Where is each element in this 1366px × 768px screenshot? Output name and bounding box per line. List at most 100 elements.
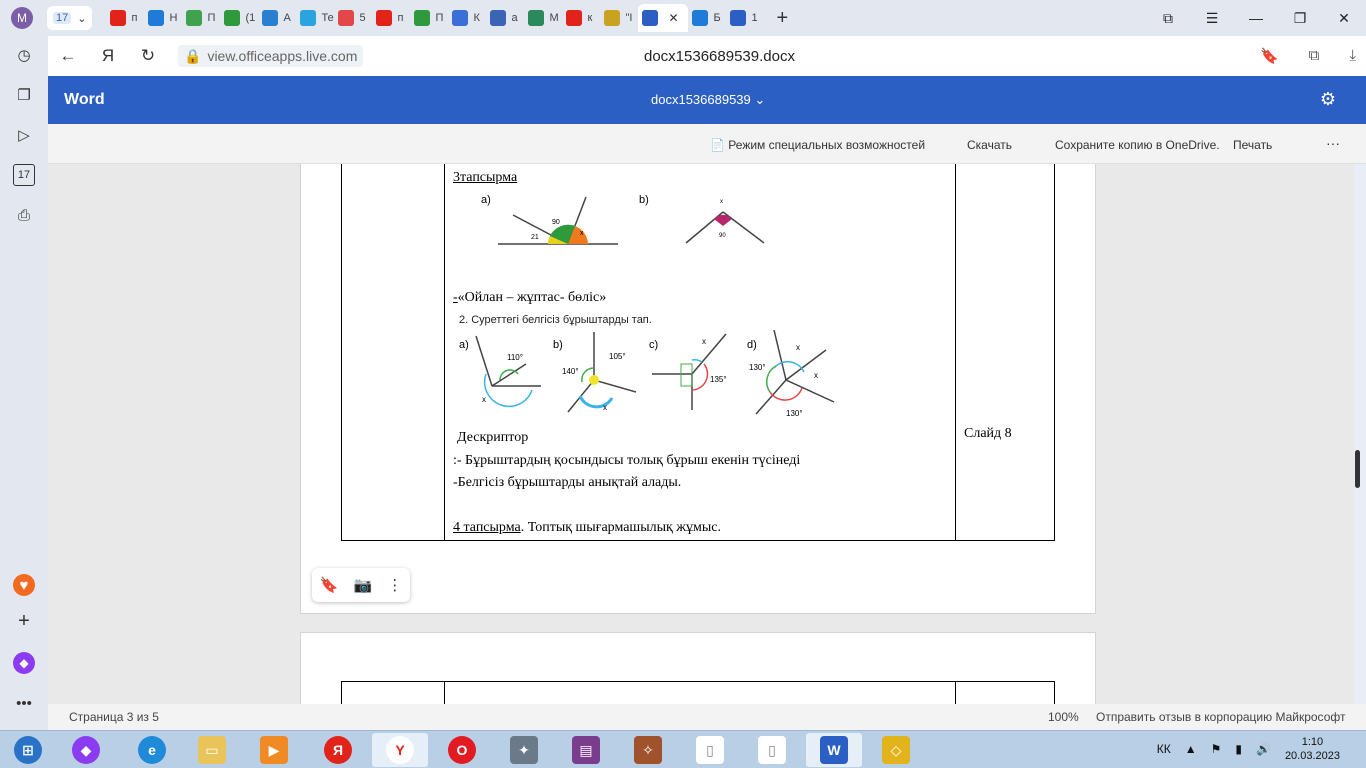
language-indicator[interactable]: КК (1157, 742, 1171, 756)
browser-tab[interactable]: ✕ (638, 4, 689, 32)
taskbar-file-2[interactable]: ▯ (744, 733, 800, 767)
taskbar-winrar[interactable]: ▤ (558, 733, 614, 767)
word-brand[interactable]: Word (64, 91, 105, 109)
start-button[interactable]: ⊞ (0, 733, 56, 767)
zoom-level[interactable]: 100% (1048, 710, 1079, 724)
window-controls: ⧉ ☰ — ❐ ✕ (1146, 0, 1366, 36)
screenshot-icon[interactable]: ⎙ (13, 204, 35, 226)
browser-tab[interactable]: А (258, 4, 296, 32)
add-icon[interactable]: + (13, 610, 35, 632)
fig2d-label-130b: 130° (786, 409, 803, 418)
document-name-menu[interactable]: docx1536689539 ⌄ (651, 92, 765, 108)
extensions-icon[interactable]: ⧉ (1309, 47, 1320, 65)
alice-icon[interactable]: ◆ (13, 652, 35, 674)
tab-label: Б (713, 12, 721, 24)
browser-tab[interactable]: П (182, 4, 220, 32)
browser-tab[interactable]: К (448, 4, 486, 32)
accessibility-mode-button[interactable]: 📄 Режим специальных возможностей (710, 138, 925, 152)
taskbar-game[interactable]: ✦ (496, 733, 552, 767)
browser-tab[interactable]: к (562, 4, 600, 32)
save-copy-button[interactable]: Сохраните копию в OneDrive. (1055, 138, 1220, 152)
close-tab-icon[interactable]: ✕ (668, 11, 678, 25)
taskbar-file[interactable]: ▯ (682, 733, 738, 767)
browser-tab[interactable]: п (372, 4, 410, 32)
fig2a-label-x: x (482, 395, 486, 404)
fig2c-ray3 (691, 333, 727, 375)
menu-icon[interactable]: ☰ (1190, 10, 1234, 27)
yandex-home-icon[interactable]: Я (88, 46, 128, 66)
task4-line: 4 тапсырма. Топтық шығармашылық жұмыс. (453, 520, 721, 536)
more-vertical-icon[interactable]: ⋮ (387, 576, 402, 594)
settings-gear-icon[interactable]: ⚙ (1320, 89, 1336, 110)
fig2b-label-105: 105° (609, 352, 626, 361)
more-icon[interactable]: ••• (13, 692, 35, 714)
zen-icon[interactable]: ♥ (13, 574, 35, 596)
browser-tab[interactable]: 5 (334, 4, 372, 32)
taskbar-yandex[interactable]: Я (310, 733, 366, 767)
profile-avatar[interactable]: M (11, 7, 33, 29)
browser-tab[interactable]: п (106, 4, 144, 32)
book-icon (528, 10, 545, 26)
lock-icon: 🔒 (184, 47, 202, 64)
download-icon[interactable]: ⤓ (1349, 47, 1356, 65)
tab-actions-icon[interactable]: ⧉ (1146, 10, 1190, 27)
back-arrow-icon[interactable]: ← (48, 46, 88, 66)
tab-label: "I (625, 12, 633, 24)
windows-taskbar: ⊞ ◆ e ▭ ▶ Я Y O ✦ ▤ ✧ ▯ ▯ W ◇ КК ▲ ⚑ ▮ 🔊… (0, 730, 1366, 768)
document-viewport[interactable]: 3тапсырма a) 90 21 x b) x 90 -«Ойлан – ж… (48, 164, 1354, 704)
reload-icon[interactable]: ↻ (128, 46, 168, 66)
taskbar-media[interactable]: ▶ (246, 733, 302, 767)
tab-label: К (473, 12, 480, 24)
taskbar-app[interactable]: ✧ (620, 733, 676, 767)
file-icon: ▯ (758, 736, 786, 764)
feedback-link[interactable]: Отправить отзыв в корпорацию Майкрософт (1096, 710, 1345, 724)
minimize-button[interactable]: — (1234, 10, 1278, 26)
network-icon[interactable]: ▮ (1235, 742, 1242, 756)
taskbar-yandex-browser[interactable]: Y (372, 733, 428, 767)
browser-tab[interactable]: "I (600, 4, 638, 32)
flag-icon[interactable]: ⚑ (1211, 742, 1222, 756)
url-field[interactable]: 🔒 view.officeapps.live.com (178, 45, 364, 67)
table-border (341, 681, 1055, 682)
tab-label: П (207, 12, 216, 24)
download-button[interactable]: Скачать (967, 138, 1012, 152)
camera-icon[interactable]: 📷 (353, 576, 372, 594)
more-options-button[interactable]: ··· (1326, 135, 1340, 151)
word-icon: W (820, 736, 848, 764)
browser-tab[interactable]: 1 (726, 4, 764, 32)
taskbar-ie[interactable]: e (124, 733, 180, 767)
browser-tab[interactable]: Н (144, 4, 182, 32)
taskbar-alice[interactable]: ◆ (58, 733, 114, 767)
browser-tab[interactable]: Б (688, 4, 726, 32)
word-header: Word docx1536689539 ⌄ ⚙ (48, 76, 1366, 124)
tray-expand-icon[interactable]: ▲ (1185, 742, 1197, 756)
file-icon: ▯ (696, 736, 724, 764)
tab-group-count: 17 (53, 12, 72, 24)
taskbar-opera[interactable]: O (434, 733, 490, 767)
bookmark-icon[interactable]: 🔖 (1260, 47, 1279, 65)
browser-tab[interactable]: Те (296, 4, 334, 32)
browser-tab[interactable]: a (486, 4, 524, 32)
print-button[interactable]: Печать (1233, 138, 1272, 152)
history-icon[interactable]: ◷ (13, 44, 35, 66)
calendar-icon[interactable]: 17 (13, 164, 35, 186)
close-window-button[interactable]: ✕ (1322, 10, 1366, 27)
collections-icon[interactable]: ❐ (13, 84, 35, 106)
browser-tab[interactable]: (1 (220, 4, 258, 32)
bookmark-icon[interactable]: 🔖 (320, 576, 339, 594)
tab-group-chip[interactable]: 17 ⌄ (47, 6, 93, 30)
url-text: view.officeapps.live.com (207, 48, 358, 64)
taskbar-word[interactable]: W (806, 733, 862, 767)
browser-tab[interactable]: М (524, 4, 562, 32)
fig2d-label-130a: 130° (749, 363, 766, 372)
new-tab-button[interactable]: + (776, 7, 788, 30)
taskbar-explorer[interactable]: ▭ (184, 733, 240, 767)
restore-button[interactable]: ❐ (1278, 10, 1322, 27)
tab-label: Те (321, 12, 334, 24)
clock[interactable]: 1:10 20.03.2023 (1285, 735, 1340, 763)
browser-tab[interactable]: П (410, 4, 448, 32)
video-icon[interactable]: ▷ (13, 124, 35, 146)
scrollbar-thumb[interactable] (1355, 450, 1360, 488)
volume-icon[interactable]: 🔊 (1256, 742, 1271, 756)
taskbar-app-2[interactable]: ◇ (868, 733, 924, 767)
